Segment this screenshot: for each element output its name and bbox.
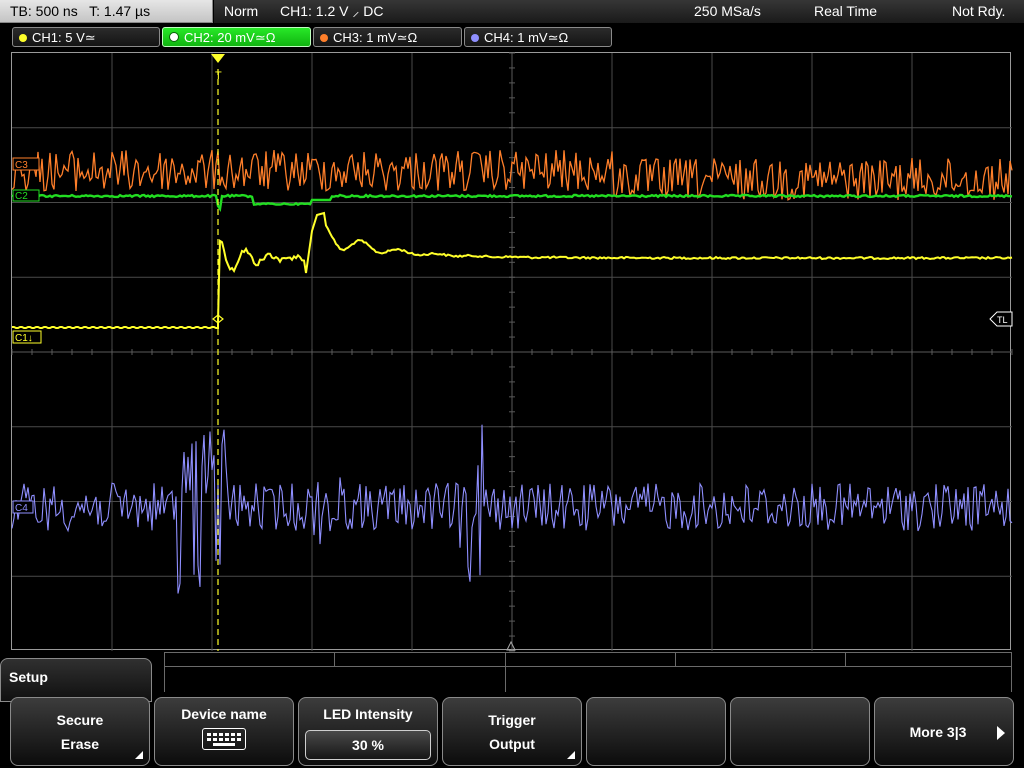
info-cell [164,666,505,692]
waveform-display[interactable]: T C3 C2 C1↓ C4 TL [11,52,1013,652]
ch2-label: CH2: 20 mV [184,30,255,45]
ch2-reference-marker[interactable]: C2 [12,189,40,202]
softkey-label: Secure [56,712,104,728]
led-intensity-button[interactable]: LED Intensity 30 % [298,697,438,766]
secure-erase-button[interactable]: Secure Erase [10,697,150,766]
graticule [11,52,1013,652]
ch1-coupling-icon: ≃ [84,30,96,45]
channel-tab-ch2[interactable]: CH2: 20 mV≃Ω [162,27,311,47]
svg-text:C2: C2 [15,191,28,202]
trigger-settings[interactable]: CH1: 1.2 V ⸝ DC [280,0,384,23]
sample-rate: 250 MSa/s [694,3,761,19]
channel-tab-ch4[interactable]: CH4: 1 mV≃Ω [464,27,612,47]
menu-title: Setup [9,669,48,685]
ch3-label: CH3: 1 mV [333,30,397,45]
channel-tab-ch1[interactable]: CH1: 5 V≃ [12,27,160,47]
submenu-corner-icon [567,751,575,759]
more-button[interactable]: More 3|3 [874,697,1014,766]
ch3-reference-marker[interactable]: C3 [12,157,40,171]
softkey-5[interactable] [586,697,726,766]
svg-text:TL: TL [997,315,1008,325]
info-cell [334,652,505,666]
trigger-source: CH1: 1.2 V [280,3,349,19]
acquisition-state: Not Rdy. [952,3,1006,19]
softkey-label: Erase [60,736,100,752]
trigger-slope-icon: ⸝ [352,3,360,19]
softkey-label: Trigger [488,712,536,728]
submenu-corner-icon [135,751,143,759]
svg-text:C3: C3 [15,160,28,171]
ch1-reference-marker[interactable]: C1↓ [12,330,42,344]
trigger-position-marker[interactable] [211,54,225,63]
info-cell [845,652,1012,666]
trigger-mode[interactable]: Norm [224,0,258,23]
softkey-label: Device name [181,706,267,722]
softkey-label: More 3|3 [909,724,967,740]
ch1-color-dot [19,34,27,42]
trigger-position-label: T [215,70,222,82]
keyboard-icon [202,728,246,750]
info-table [164,652,1012,692]
ch2-coupling-icon: ≃Ω [254,30,276,45]
timebase-display[interactable]: TB: 500 ns T: 1.47 µs [0,0,213,23]
arrow-right-icon [997,726,1005,740]
trigger-coupling: DC [363,3,384,19]
ch4-reference-marker[interactable]: C4 [12,500,34,514]
info-cell [505,652,675,666]
softkey-label: Output [489,736,535,752]
ch4-coupling-icon: ≃Ω [547,30,569,45]
trigger-time-value: T: 1.47 µs [89,3,151,19]
svg-text:C1↓: C1↓ [15,333,33,344]
softkey-label: LED Intensity [323,706,413,722]
ch3-color-dot [320,34,328,42]
trigger-level-marker[interactable]: TL [989,311,1013,327]
ch1-label: CH1: 5 V [32,30,85,45]
horizontal-position-marker [506,640,516,651]
led-intensity-value[interactable]: 30 % [305,730,431,760]
ch3-coupling-icon: ≃Ω [396,30,418,45]
softkey-6[interactable] [730,697,870,766]
status-bar: Norm CH1: 1.2 V ⸝ DC 250 MSa/s Real Time… [214,0,1024,23]
info-cell [675,652,845,666]
menu-title-tab: Setup [0,658,152,702]
info-cell [164,652,334,666]
channel-tab-ch3[interactable]: CH3: 1 mV≃Ω [313,27,462,47]
ch2-color-dot [169,32,179,42]
ch4-label: CH4: 1 mV [484,30,548,45]
trigger-output-button[interactable]: Trigger Output [442,697,582,766]
svg-text:C4: C4 [15,503,28,514]
timebase-value: TB: 500 ns [10,3,78,19]
info-cell [505,666,1012,692]
acquisition-mode: Real Time [814,3,878,19]
waveform-svg: T C3 C2 C1↓ C4 TL [11,52,1013,652]
ch4-color-dot [471,34,479,42]
device-name-button[interactable]: Device name [154,697,294,766]
